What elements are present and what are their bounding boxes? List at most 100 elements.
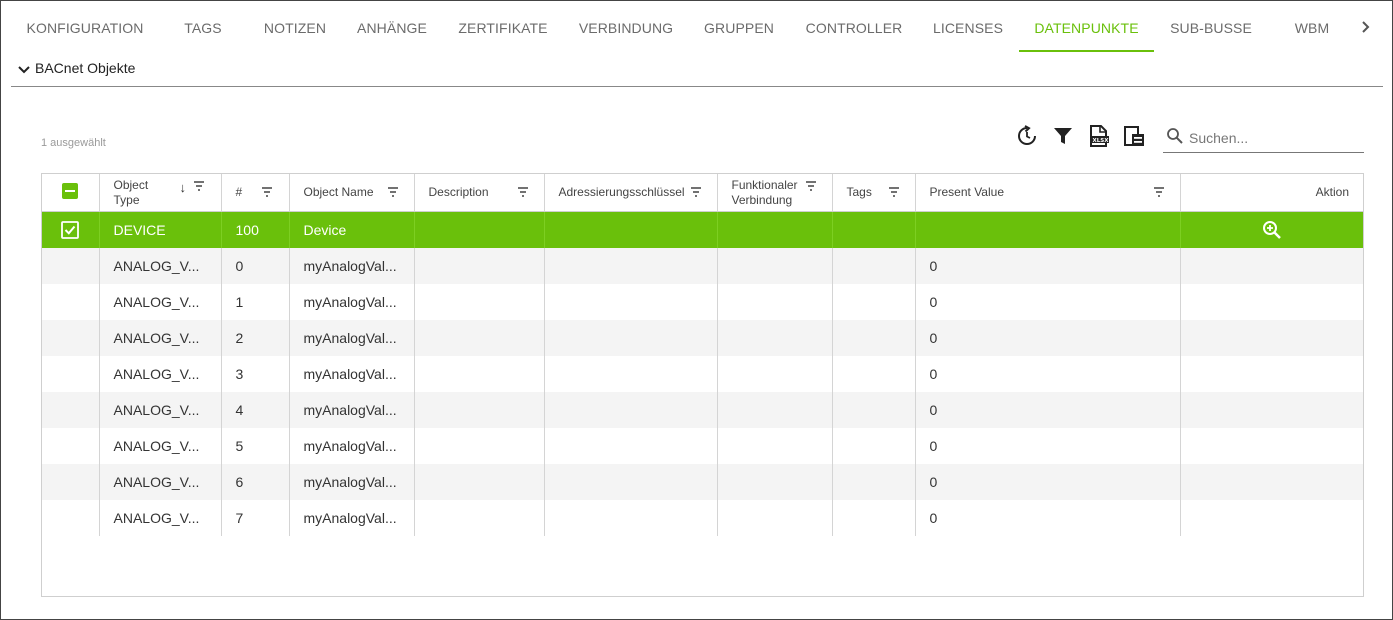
export-xlsx-icon[interactable]: XLSX — [1088, 125, 1110, 147]
row-select-cell — [42, 320, 100, 356]
address-cell — [544, 428, 718, 464]
tags-cell — [832, 356, 916, 392]
row-select-cell — [42, 500, 100, 536]
tab-verbindung[interactable]: VERBINDUNG — [567, 1, 685, 52]
tags-cell — [832, 248, 916, 284]
row-select-cell — [42, 284, 100, 320]
tab-wbm[interactable]: WBM — [1281, 1, 1343, 52]
table-row[interactable]: ANALOG_V... 6 myAnalogVal... 0 — [42, 464, 1363, 500]
tab-anhaenge[interactable]: ANHÄNGE — [346, 1, 438, 52]
table-row[interactable]: ANALOG_V... 0 myAnalogVal... 0 — [42, 248, 1363, 284]
tab-konfiguration[interactable]: KONFIGURATION — [11, 1, 159, 52]
object-type-cell: ANALOG_V... — [99, 284, 222, 320]
chevron-right-icon[interactable] — [1357, 17, 1375, 37]
column-header-adressierungsschluessel[interactable]: Adressierungsschlüssel — [544, 174, 718, 212]
zoom-in-icon[interactable] — [1262, 220, 1282, 240]
present-value-cell: 0 — [915, 356, 1181, 392]
search-box — [1163, 122, 1364, 153]
filter-icon[interactable] — [1052, 125, 1074, 147]
chevron-down-icon[interactable] — [17, 63, 31, 77]
object-type-cell: ANALOG_V... — [99, 500, 222, 536]
action-cell — [1180, 248, 1363, 284]
action-cell — [1180, 211, 1363, 248]
table-row[interactable]: ANALOG_V... 3 myAnalogVal... 0 — [42, 356, 1363, 392]
filter-lines-icon[interactable] — [387, 186, 399, 198]
description-cell — [414, 284, 545, 320]
column-settings-icon[interactable] — [1123, 125, 1145, 147]
func-connection-cell — [717, 356, 833, 392]
tab-datenpunkte-label: DATENPUNKTE — [1034, 20, 1139, 36]
column-header-number[interactable]: # — [221, 174, 290, 212]
table-row[interactable]: DEVICE 100 Device — [42, 211, 1363, 248]
column-header-description[interactable]: Description — [414, 174, 545, 212]
present-value-cell: 0 — [915, 284, 1181, 320]
filter-lines-icon[interactable] — [805, 180, 817, 192]
address-cell — [544, 392, 718, 428]
table-row[interactable]: ANALOG_V... 5 myAnalogVal... 0 — [42, 428, 1363, 464]
select-all-checkbox[interactable] — [62, 182, 78, 199]
address-cell — [544, 248, 718, 284]
filter-lines-icon[interactable] — [1153, 186, 1165, 198]
column-label: Object Name — [303, 185, 374, 199]
table-row[interactable]: ANALOG_V... 4 myAnalogVal... 0 — [42, 392, 1363, 428]
column-header-tags[interactable]: Tags — [832, 174, 916, 212]
search-input[interactable] — [1187, 126, 1363, 150]
action-cell — [1180, 284, 1363, 320]
tags-cell — [832, 320, 916, 356]
refresh-icon[interactable] — [1016, 125, 1038, 147]
column-label: Tags — [846, 185, 872, 199]
tab-licenses[interactable]: LICENSES — [925, 1, 1011, 52]
column-label: Adressierungsschlüssel — [558, 185, 685, 199]
object-type-cell: DEVICE — [99, 211, 222, 248]
section-title: BACnet Objekte — [35, 60, 136, 76]
filter-lines-icon[interactable] — [517, 186, 529, 198]
tab-sub-busse[interactable]: SUB-BUSSE — [1161, 1, 1261, 52]
object-name-cell: Device — [289, 211, 415, 248]
func-connection-cell — [717, 428, 833, 464]
present-value-cell: 0 — [915, 500, 1181, 536]
filter-lines-icon[interactable] — [888, 186, 900, 198]
row-select-cell — [42, 464, 100, 500]
func-connection-cell — [717, 211, 833, 248]
sort-desc-icon[interactable]: ↓ — [180, 180, 187, 195]
object-type-cell: ANALOG_V... — [99, 320, 222, 356]
func-connection-cell — [717, 464, 833, 500]
tags-cell — [832, 500, 916, 536]
number-cell: 3 — [221, 356, 290, 392]
column-header-present-value[interactable]: Present Value — [915, 174, 1181, 212]
table-row[interactable]: ANALOG_V... 2 myAnalogVal... 0 — [42, 320, 1363, 356]
number-cell: 5 — [221, 428, 290, 464]
tags-cell — [832, 428, 916, 464]
tab-notizen[interactable]: NOTIZEN — [251, 1, 339, 52]
object-name-cell: myAnalogVal... — [289, 248, 415, 284]
tab-tags[interactable]: TAGS — [171, 1, 235, 52]
tab-zertifikate[interactable]: ZERTIFIKATE — [449, 1, 557, 52]
tab-datenpunkte[interactable]: DATENPUNKTE — [1019, 1, 1154, 52]
description-cell — [414, 211, 545, 248]
table-row[interactable]: ANALOG_V... 7 myAnalogVal... 0 — [42, 500, 1363, 536]
present-value-cell: 0 — [915, 248, 1181, 284]
object-name-cell: myAnalogVal... — [289, 392, 415, 428]
tags-cell — [832, 284, 916, 320]
filter-lines-icon[interactable] — [261, 186, 273, 198]
row-select-cell — [42, 248, 100, 284]
column-header-funktionaler-verbindung[interactable]: Funktionaler Verbindung — [717, 174, 833, 212]
tab-controller[interactable]: CONTROLLER — [795, 1, 913, 52]
column-label: Aktion — [1315, 185, 1349, 199]
column-header-object-name[interactable]: Object Name — [289, 174, 415, 212]
column-header-object-type[interactable]: Object Type ↓ — [99, 174, 222, 212]
tab-gruppen[interactable]: GRUPPEN — [695, 1, 783, 52]
number-cell: 100 — [221, 211, 290, 248]
action-cell — [1180, 464, 1363, 500]
table-row[interactable]: ANALOG_V... 1 myAnalogVal... 0 — [42, 284, 1363, 320]
filter-lines-icon[interactable] — [193, 180, 205, 192]
object-name-cell: myAnalogVal... — [289, 428, 415, 464]
checkbox-checked-icon[interactable] — [61, 221, 79, 240]
select-all-cell — [42, 174, 100, 212]
func-connection-cell — [717, 248, 833, 284]
func-connection-cell — [717, 320, 833, 356]
filter-lines-icon[interactable] — [690, 186, 702, 198]
action-cell — [1180, 356, 1363, 392]
number-cell: 7 — [221, 500, 290, 536]
table-body: DEVICE 100 Device ANALOG_V... 0 myAnalogVal..… — [42, 211, 1363, 536]
